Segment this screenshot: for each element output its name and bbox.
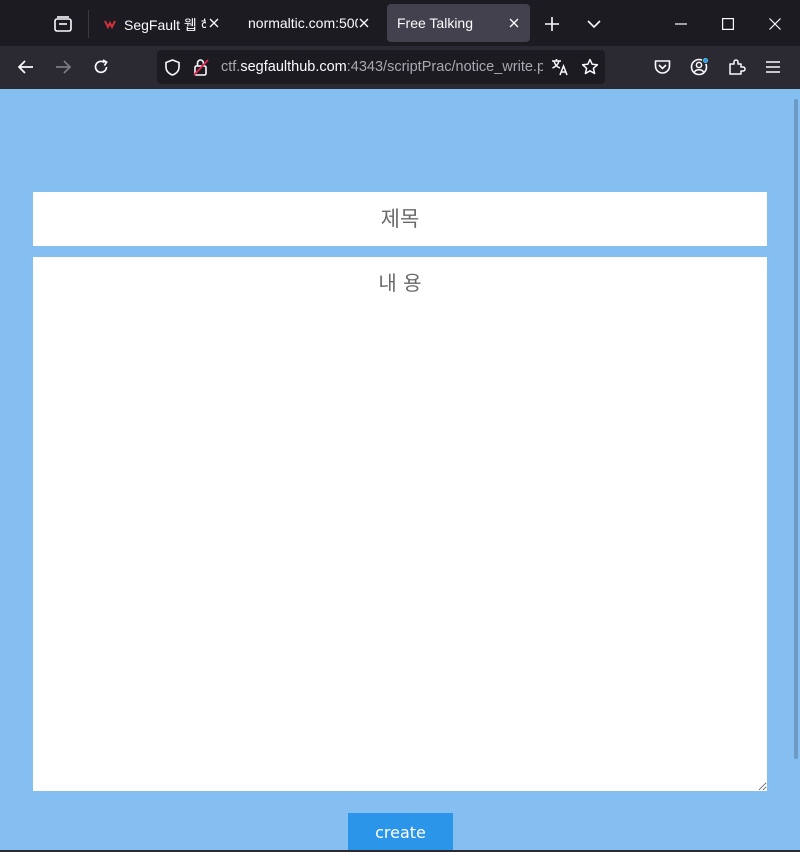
close-icon[interactable] bbox=[506, 15, 522, 31]
hamburger-menu-icon[interactable] bbox=[756, 50, 790, 84]
shield-icon[interactable] bbox=[163, 58, 181, 76]
pocket-icon[interactable] bbox=[645, 50, 679, 84]
content-textarea[interactable] bbox=[33, 257, 767, 791]
back-arrow-icon[interactable] bbox=[9, 50, 43, 84]
puzzle-icon[interactable] bbox=[720, 50, 754, 84]
tab-free-talking[interactable]: Free Talking bbox=[387, 4, 530, 42]
account-icon[interactable] bbox=[683, 50, 717, 84]
forward-arrow-icon[interactable] bbox=[46, 50, 80, 84]
tab-segfault[interactable]: SegFault 웹 해킹 bbox=[96, 4, 230, 42]
tab-label: normaltic.com:5000 bbox=[248, 15, 358, 31]
url-prefix: ctf. bbox=[221, 59, 241, 75]
tab-normaltic[interactable]: normaltic.com:5000 bbox=[236, 4, 380, 42]
reload-icon[interactable] bbox=[84, 50, 118, 84]
tab-overview-icon[interactable] bbox=[42, 6, 84, 42]
close-icon[interactable] bbox=[757, 6, 793, 42]
navigation-toolbar: ctf.segfaulthub.com:4343/scriptPrac/noti… bbox=[0, 46, 800, 89]
insecure-lock-icon[interactable] bbox=[192, 58, 210, 76]
close-icon[interactable] bbox=[356, 15, 372, 31]
title-input[interactable] bbox=[33, 192, 767, 246]
url-bar[interactable]: ctf.segfaulthub.com:4343/scriptPrac/noti… bbox=[157, 50, 605, 84]
tab-separator bbox=[88, 10, 89, 38]
minimize-icon[interactable] bbox=[663, 6, 699, 42]
maximize-icon[interactable] bbox=[710, 6, 746, 42]
chevron-down-icon[interactable] bbox=[576, 6, 612, 42]
page-content: create bbox=[0, 89, 800, 852]
scrollbar[interactable] bbox=[790, 89, 800, 852]
tab-label: Free Talking bbox=[397, 15, 474, 31]
url-host: segfaulthub.com bbox=[240, 59, 347, 75]
star-icon[interactable] bbox=[581, 58, 599, 76]
create-button[interactable]: create bbox=[348, 813, 453, 852]
tab-label: SegFault 웹 해킹 bbox=[124, 17, 206, 33]
tab-strip: SegFault 웹 해킹 normaltic.com:5000 Free Ta… bbox=[0, 0, 800, 46]
url-path: :4343/scriptPrac/notice_write.php bbox=[346, 59, 543, 75]
translate-icon[interactable] bbox=[551, 58, 569, 76]
segfault-favicon bbox=[104, 17, 116, 30]
plus-icon[interactable] bbox=[534, 6, 570, 42]
url-text[interactable]: ctf.segfaulthub.com:4343/scriptPrac/noti… bbox=[221, 59, 543, 77]
close-icon[interactable] bbox=[206, 15, 222, 31]
scrollbar-thumb[interactable] bbox=[794, 99, 798, 759]
